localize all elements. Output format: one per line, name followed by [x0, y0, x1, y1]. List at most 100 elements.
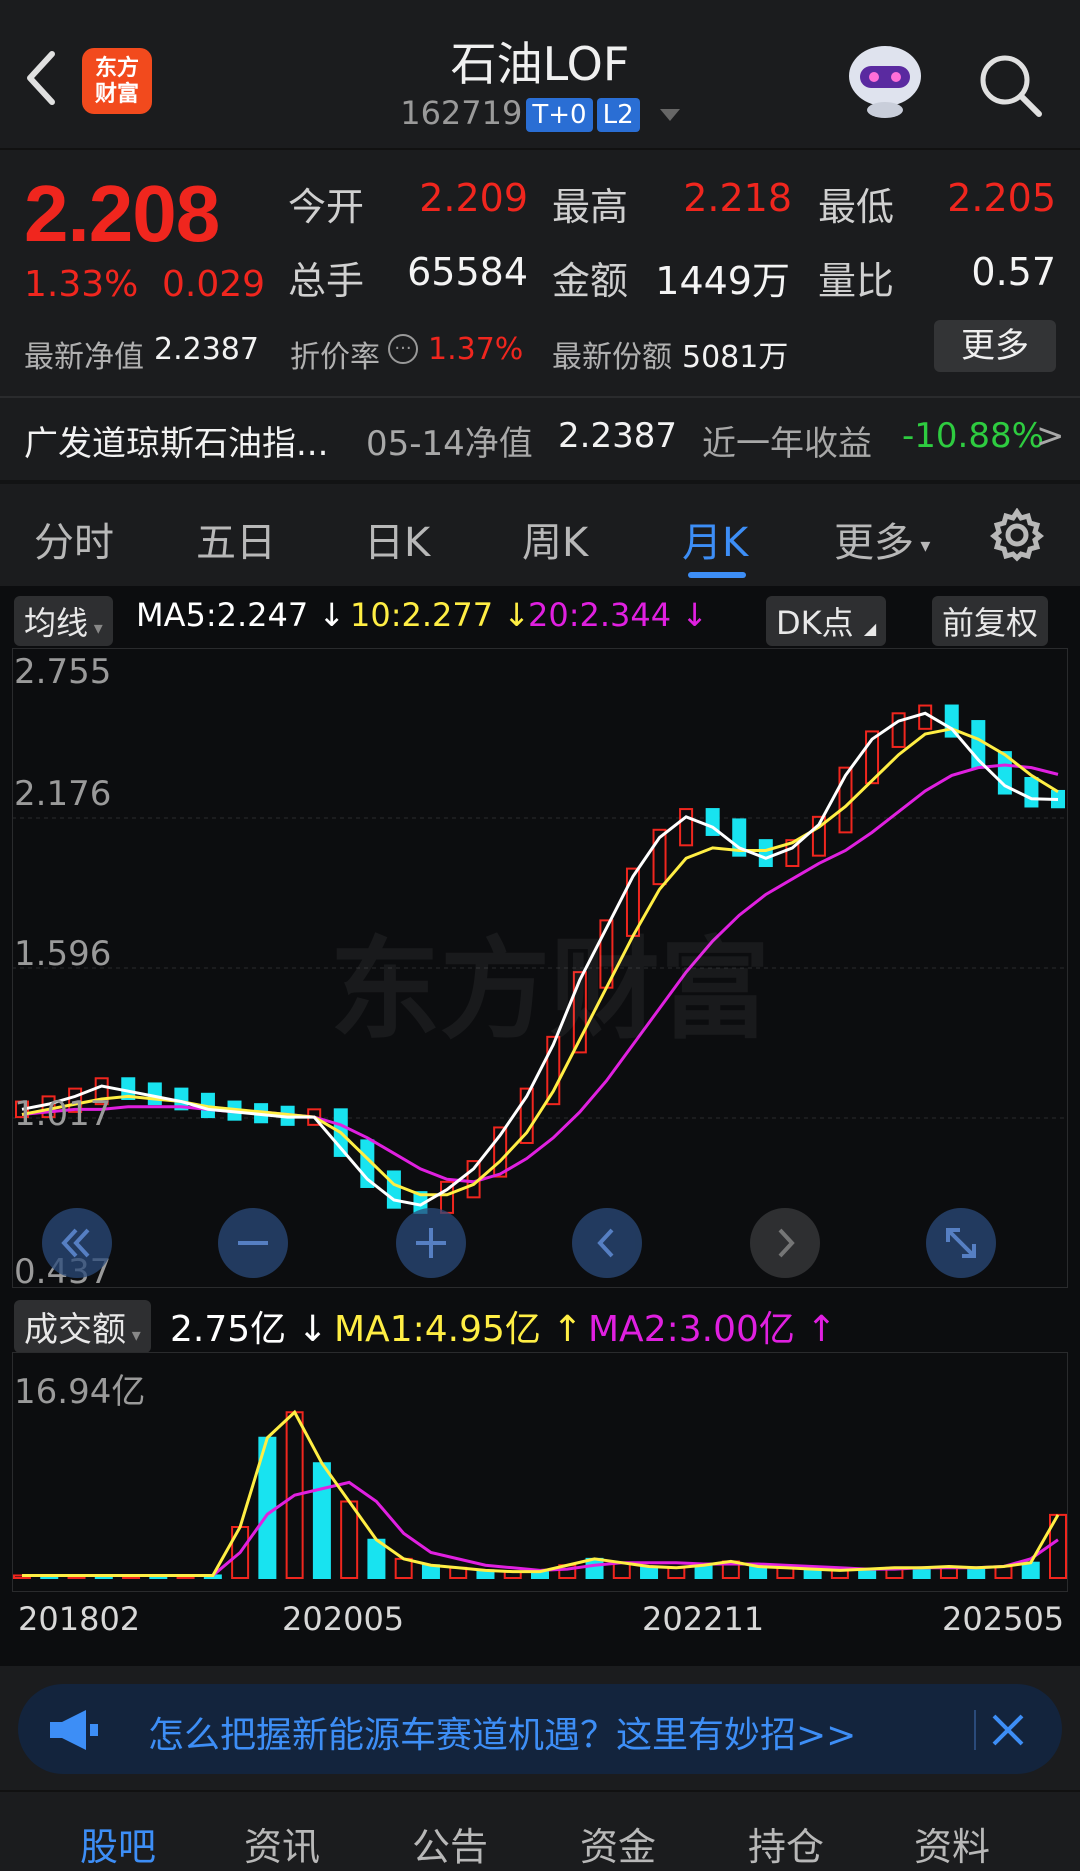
x-tick-label: 202211: [642, 1600, 765, 1638]
minus-icon: [238, 1241, 268, 1245]
share-value: 5081万: [682, 340, 789, 375]
low-label: 最低: [818, 185, 895, 229]
tab-intraday[interactable]: 分时: [34, 510, 114, 568]
expand-icon: [946, 1228, 976, 1258]
fund-row-arrow-icon[interactable]: >: [1036, 416, 1065, 456]
bottom-tab-capital[interactable]: 资金: [580, 1816, 656, 1871]
volume-ma1: MA1:4.95亿 ↑: [334, 1309, 583, 1350]
page-title: 石油LOF: [450, 37, 630, 91]
tab-weekly-k[interactable]: 周K: [522, 510, 588, 568]
assistant-robot-icon[interactable]: [840, 40, 930, 120]
vol-ratio-value: 0.57: [971, 250, 1056, 294]
candle: [679, 808, 694, 847]
volume-chart[interactable]: [12, 1352, 1068, 1592]
tab-five-day[interactable]: 五日: [196, 510, 276, 568]
tab-daily-k[interactable]: 日K: [364, 510, 430, 568]
y-tick-label: 1.017: [14, 1094, 112, 1134]
dropdown-triangle-icon: [659, 109, 680, 121]
share-label: 最新份额: [552, 340, 672, 375]
megaphone-icon: [50, 1710, 98, 1750]
volume-indicator-selector[interactable]: 成交额 ▾: [14, 1300, 151, 1353]
bottom-tab-forum[interactable]: 股吧: [80, 1816, 156, 1871]
tab-more[interactable]: 更多 ▾: [834, 510, 930, 568]
x-tick-label: 202005: [282, 1600, 405, 1638]
app-logo[interactable]: 东方 财富: [82, 48, 152, 114]
high-value: 2.218: [683, 176, 792, 220]
candle: [1024, 777, 1039, 808]
divider: [0, 396, 1080, 398]
volume-bar: [340, 1500, 359, 1579]
zoom-in-button[interactable]: [396, 1208, 466, 1278]
scroll-left-button[interactable]: [572, 1208, 642, 1278]
x-tick-label: 202505: [942, 1600, 1065, 1638]
volume-max-label: 16.94亿: [14, 1372, 146, 1412]
watermark: 东方财富: [330, 926, 770, 1054]
volume-ma1-line: [22, 1409, 1060, 1577]
bottom-tab-profile[interactable]: 资料: [914, 1816, 990, 1871]
discount-label: 折价率: [290, 340, 380, 375]
chevron-left-icon: [597, 1228, 614, 1258]
nav-value: 2.2387: [154, 332, 259, 367]
more-button[interactable]: 更多: [934, 320, 1056, 372]
bottom-tab-holdings[interactable]: 持仓: [748, 1816, 824, 1871]
volume-frame: [12, 1352, 1068, 1592]
open-label: 今开: [288, 185, 365, 229]
change-pct: 1.33%: [24, 264, 139, 305]
fund-nav-value: 2.2387: [558, 416, 677, 456]
forward-adjust-button[interactable]: 前复权: [932, 596, 1049, 646]
amount-label: 金额: [552, 259, 629, 303]
candle: [758, 839, 773, 868]
promo-text[interactable]: 怎么把握新能源车赛道机遇？这里有妙招>>: [148, 1706, 856, 1758]
y-tick-label: 2.755: [14, 652, 112, 692]
volume-ma2-line: [22, 1480, 1059, 1577]
y-tick-label: 2.176: [14, 774, 112, 814]
low-value: 2.205: [947, 176, 1056, 220]
divider: [974, 1710, 976, 1750]
info-dots-icon[interactable]: ···: [388, 334, 418, 364]
back-arrow-icon[interactable]: [22, 48, 62, 108]
volume-ma2: MA2:3.00亿 ↑: [588, 1309, 837, 1350]
y-tick-label: 1.596: [14, 934, 112, 974]
volume-label: 总手: [288, 259, 365, 303]
vol-ratio-label: 量比: [818, 259, 895, 303]
bottom-tab-announcements[interactable]: 公告: [412, 1816, 488, 1871]
volume-bar: [312, 1462, 331, 1579]
l2-badge: L2: [596, 98, 640, 132]
ma10-value: 10:2.277 ↓: [350, 596, 531, 634]
volume-bar: [585, 1557, 604, 1579]
volume-bar: [394, 1557, 413, 1579]
double-chevron-left-icon: [61, 1228, 90, 1258]
candle: [147, 1082, 162, 1106]
fullscreen-button[interactable]: [926, 1208, 996, 1278]
scroll-left-fast-button[interactable]: [42, 1208, 112, 1278]
last-price: 2.208: [24, 169, 220, 258]
chevron-right-icon: [778, 1228, 795, 1258]
volume-current: 2.75亿 ↓: [170, 1309, 328, 1350]
dk-point-button[interactable]: DK点 ◢: [766, 596, 887, 646]
indicator-selector[interactable]: 均线 ▾: [14, 596, 113, 646]
bottom-tab-news[interactable]: 资讯: [244, 1816, 320, 1871]
plus-icon: [416, 1228, 446, 1258]
volume-bar: [667, 1566, 686, 1579]
ma5-value: MA5:2.247 ↓: [136, 596, 346, 634]
open-value: 2.209: [419, 176, 528, 220]
ma20-value: 20:2.344 ↓: [528, 596, 709, 634]
volume-value: 65584: [407, 250, 528, 294]
scroll-right-button[interactable]: [750, 1208, 820, 1278]
zoom-out-button[interactable]: [218, 1208, 288, 1278]
stock-code: 162719: [400, 94, 523, 132]
active-tab-indicator: [688, 572, 746, 578]
one-year-return-label: 近一年收益: [702, 424, 872, 464]
discount-value: 1.37%: [428, 332, 524, 367]
settings-gear-icon[interactable]: [990, 508, 1044, 562]
t0-badge: T+0: [526, 98, 593, 132]
close-icon[interactable]: [990, 1712, 1026, 1748]
fund-nav-label: 05-14净值: [366, 424, 533, 464]
search-icon[interactable]: [975, 50, 1045, 120]
fund-name[interactable]: 广发道琼斯石油指...: [24, 416, 328, 465]
volume-bar: [967, 1566, 986, 1579]
stock-code-row[interactable]: 162719 T+0 L2: [340, 94, 740, 132]
tab-monthly-k[interactable]: 月K: [682, 510, 748, 568]
amount-value: 1449万: [655, 259, 790, 303]
high-label: 最高: [552, 185, 629, 229]
